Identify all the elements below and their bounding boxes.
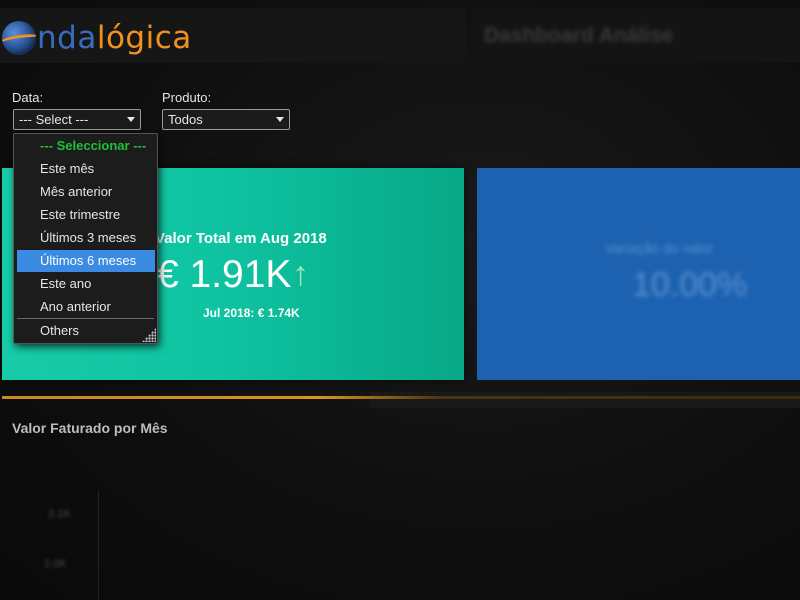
product-filter-label: Produto: bbox=[162, 90, 212, 105]
date-filter-label: Data: bbox=[12, 90, 44, 105]
dashboard-root: ndalógica Dashboard Análise Data: --- Se… bbox=[0, 0, 800, 600]
chart-title: Valor Faturado por Mês bbox=[12, 420, 168, 436]
kpi-total-title: Valor Total em Aug 2018 bbox=[155, 230, 327, 247]
chevron-down-icon bbox=[276, 117, 284, 122]
chart-y-axis bbox=[98, 490, 99, 600]
kpi-variation-title: Variação do valor bbox=[605, 240, 713, 256]
dropdown-option[interactable]: Este mês bbox=[14, 158, 157, 180]
dashboard-title: Dashboard Análise bbox=[484, 24, 674, 47]
section-divider bbox=[2, 396, 800, 399]
chevron-down-icon bbox=[127, 117, 135, 122]
dropdown-separator bbox=[17, 318, 154, 319]
dropdown-option-placeholder[interactable]: --- Seleccionar --- bbox=[14, 135, 157, 157]
logo-wordmark: ndalógica bbox=[37, 19, 192, 56]
product-select[interactable]: Todos bbox=[162, 109, 290, 130]
date-select[interactable]: --- Select --- bbox=[13, 109, 141, 130]
dropdown-option[interactable]: Últimos 3 meses bbox=[14, 227, 157, 249]
kpi-variation-value: 10.00% bbox=[632, 266, 748, 304]
ondalogica-logo: ndalógica bbox=[2, 18, 192, 58]
dropdown-option[interactable]: Mês anterior bbox=[14, 181, 157, 203]
dropdown-option[interactable]: Este trimestre bbox=[14, 204, 157, 226]
dropdown-option-highlighted[interactable]: Últimos 6 meses bbox=[17, 250, 155, 272]
kpi-total-comparison: Jul 2018: € 1.74K bbox=[203, 306, 300, 320]
product-select-value: Todos bbox=[168, 112, 203, 127]
chart-y-tick: 2.1K bbox=[48, 508, 71, 520]
globe-logo-icon bbox=[2, 21, 36, 55]
chart-y-tick: 2.0K bbox=[44, 558, 67, 570]
dropdown-option[interactable]: Este ano bbox=[14, 273, 157, 295]
arrow-up-icon: ↑ bbox=[292, 255, 309, 293]
dropdown-option[interactable]: Others bbox=[14, 320, 157, 342]
divider-shadow bbox=[370, 392, 800, 408]
date-dropdown-list: --- Seleccionar --- Este mês Mês anterio… bbox=[13, 133, 158, 344]
kpi-total-value: € 1.91K bbox=[157, 253, 292, 296]
dropdown-option[interactable]: Ano anterior bbox=[14, 296, 157, 318]
date-select-value: --- Select --- bbox=[19, 112, 89, 127]
